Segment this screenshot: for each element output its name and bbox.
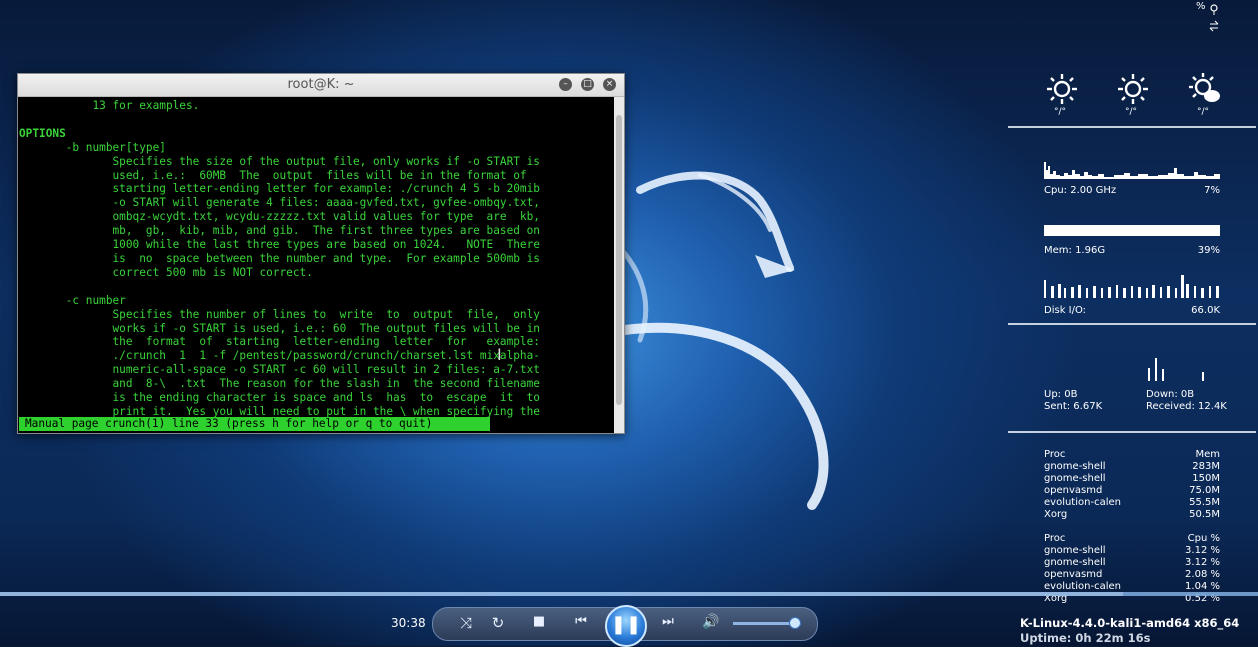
- terminal-line: ./crunch 1 1 -f /pentest/password/crunch…: [19, 349, 540, 363]
- terminal-content[interactable]: 13 for examples. OPTIONS -b number[type]…: [18, 97, 614, 433]
- terminal-line: Specifies the size of the output file, o…: [19, 154, 540, 168]
- terminal-line: 1000 while the last three types are base…: [19, 238, 540, 252]
- network-icons: [1209, 4, 1219, 32]
- temp-label: °/°: [1197, 107, 1210, 117]
- cpu-label: Cpu: 2.00 GHz: [1044, 185, 1117, 196]
- repeat-icon[interactable]: ↻: [485, 614, 511, 632]
- cpu-graph: [1044, 162, 1220, 179]
- table-row-name: openvasmd: [1044, 485, 1103, 496]
- table-header: Cpu %: [1187, 533, 1220, 544]
- top-indicator: %: [1196, 1, 1206, 12]
- terminal-line: -o START will generate 4 files: aaaa-gvf…: [19, 196, 540, 210]
- table-row-value: 283M: [1192, 461, 1220, 472]
- sent-label: Sent: 6.67K: [1044, 401, 1103, 412]
- disk-io-label: Disk I/O:: [1044, 305, 1087, 316]
- network-graph: [1148, 358, 1204, 381]
- table-row-name: Xorg: [1044, 509, 1068, 520]
- stop-icon[interactable]: ■: [526, 614, 552, 629]
- cpu-percent: 7%: [1204, 185, 1220, 196]
- kernel-label: K-Linux-4.4.0-kali1-amd64 x86_64: [1020, 616, 1240, 630]
- terminal-line: and 8-\ .txt The reason for the slash in…: [19, 377, 540, 391]
- terminal-line: OPTIONS: [19, 126, 66, 140]
- table-row-value: 3.12 %: [1185, 557, 1220, 568]
- scrollbar-thumb[interactable]: [616, 115, 622, 405]
- previous-icon[interactable]: ⏮: [561, 614, 601, 629]
- terminal-line: 13 for examples.: [19, 99, 200, 112]
- table-row-value: 75.0M: [1189, 485, 1220, 496]
- maximize-icon[interactable]: □: [581, 78, 594, 91]
- download-label: Down: 0B: [1146, 389, 1195, 400]
- terminal-line: numeric-all-space -o START -c 60 will re…: [19, 363, 540, 377]
- next-icon[interactable]: ⏭: [648, 614, 688, 629]
- mem-bar: [1044, 225, 1220, 236]
- table-row-name: gnome-shell: [1044, 461, 1106, 472]
- terminal-line: works if -o START is used, i.e.: 60 The …: [19, 321, 540, 335]
- terminal-line: is the ending character is space and ls …: [19, 391, 540, 405]
- pause-button[interactable]: ❚❚: [605, 605, 647, 647]
- table-row-name: evolution-calen: [1044, 581, 1121, 592]
- conky-monitor: % °/° °/° °/° Cpu: 2.00 GHz 7% Mem: 1.96…: [1008, 0, 1258, 646]
- window-title: root@K: ~: [287, 77, 355, 92]
- mem-label: Mem: 1.96G: [1044, 245, 1106, 256]
- seek-bar[interactable]: [0, 592, 1258, 596]
- table-row-value: 3.12 %: [1185, 545, 1220, 556]
- divider: [1008, 126, 1256, 128]
- table-row-name: gnome-shell: [1044, 473, 1106, 484]
- table-row-value: 150M: [1192, 473, 1220, 484]
- terminal-scrollbar[interactable]: [614, 97, 624, 433]
- terminal-line: -c number: [19, 293, 126, 307]
- terminal-window[interactable]: root@K: ~ – □ × 13 for examples. OPTIONS…: [17, 73, 625, 434]
- terminal-titlebar[interactable]: root@K: ~ – □ ×: [18, 74, 624, 97]
- terminal-line: correct 500 mb is NOT correct.: [19, 265, 313, 279]
- volume-icon[interactable]: 🔊: [698, 614, 724, 630]
- received-label: Received: 12.4K: [1146, 401, 1227, 412]
- man-page-text: 13 for examples. OPTIONS -b number[type]…: [18, 97, 614, 419]
- table-row-value: 50.5M: [1189, 509, 1220, 520]
- table-header: Proc: [1044, 533, 1066, 544]
- player-controls: ⤨ ↻ ■ ⏮ ❚❚ ⏭ 🔊: [432, 605, 818, 647]
- uptime-label: Uptime: 0h 22m 16s: [1020, 631, 1151, 645]
- shuffle-icon[interactable]: ⤨: [453, 614, 479, 632]
- disk-io-graph: [1044, 275, 1219, 298]
- table-row-name: gnome-shell: [1044, 545, 1106, 556]
- terminal-line: the format of starting letter-ending let…: [19, 335, 540, 349]
- close-icon[interactable]: ×: [603, 78, 616, 91]
- terminal-line: print it. Yes you will need to put in th…: [19, 404, 540, 418]
- table-row-name: openvasmd: [1044, 569, 1103, 580]
- table-row-value: 1.04 %: [1185, 581, 1220, 592]
- table-row-value: 55.5M: [1189, 497, 1220, 508]
- disk-io-value: 66.0K: [1191, 305, 1220, 316]
- table-row-name: evolution-calen: [1044, 497, 1121, 508]
- seek-bar-progress: [0, 592, 1124, 596]
- mem-percent: 39%: [1197, 245, 1220, 256]
- terminal-line: Specifies the number of lines to write t…: [19, 307, 540, 321]
- playback-time: 30:38: [391, 616, 426, 630]
- upload-label: Up: 0B: [1044, 389, 1078, 400]
- divider: [1008, 323, 1256, 325]
- partly-cloudy-icon: [1189, 73, 1220, 102]
- table-row-value: 2.08 %: [1185, 569, 1220, 580]
- table-header: Proc: [1044, 449, 1066, 460]
- man-status-line: Manual page crunch(1) line 33 (press h f…: [19, 417, 490, 431]
- terminal-line: is no space between the number and type.…: [19, 251, 540, 265]
- terminal-line: mb, gb, kib, mib, and gib. The first thr…: [19, 224, 540, 238]
- text-cursor-icon: I: [497, 345, 502, 364]
- terminal-line: ombqz-wcydt.txt, wcydu-zzzzz.txt valid v…: [19, 210, 540, 224]
- temp-label: °/°: [1125, 107, 1138, 117]
- terminal-line: used, i.e.: 60MB The output files will b…: [19, 168, 527, 182]
- minimize-icon[interactable]: –: [559, 78, 572, 91]
- volume-slider-thumb[interactable]: [789, 617, 801, 629]
- terminal-line: -b number[type]: [19, 140, 166, 154]
- table-row-name: gnome-shell: [1044, 557, 1106, 568]
- terminal-line: starting letter-ending letter for exampl…: [19, 182, 540, 196]
- sun-icon: [1047, 74, 1077, 104]
- divider: [1008, 431, 1256, 433]
- sun-icon: [1118, 74, 1148, 104]
- temp-label: °/°: [1054, 107, 1067, 117]
- table-header: Mem: [1195, 449, 1220, 460]
